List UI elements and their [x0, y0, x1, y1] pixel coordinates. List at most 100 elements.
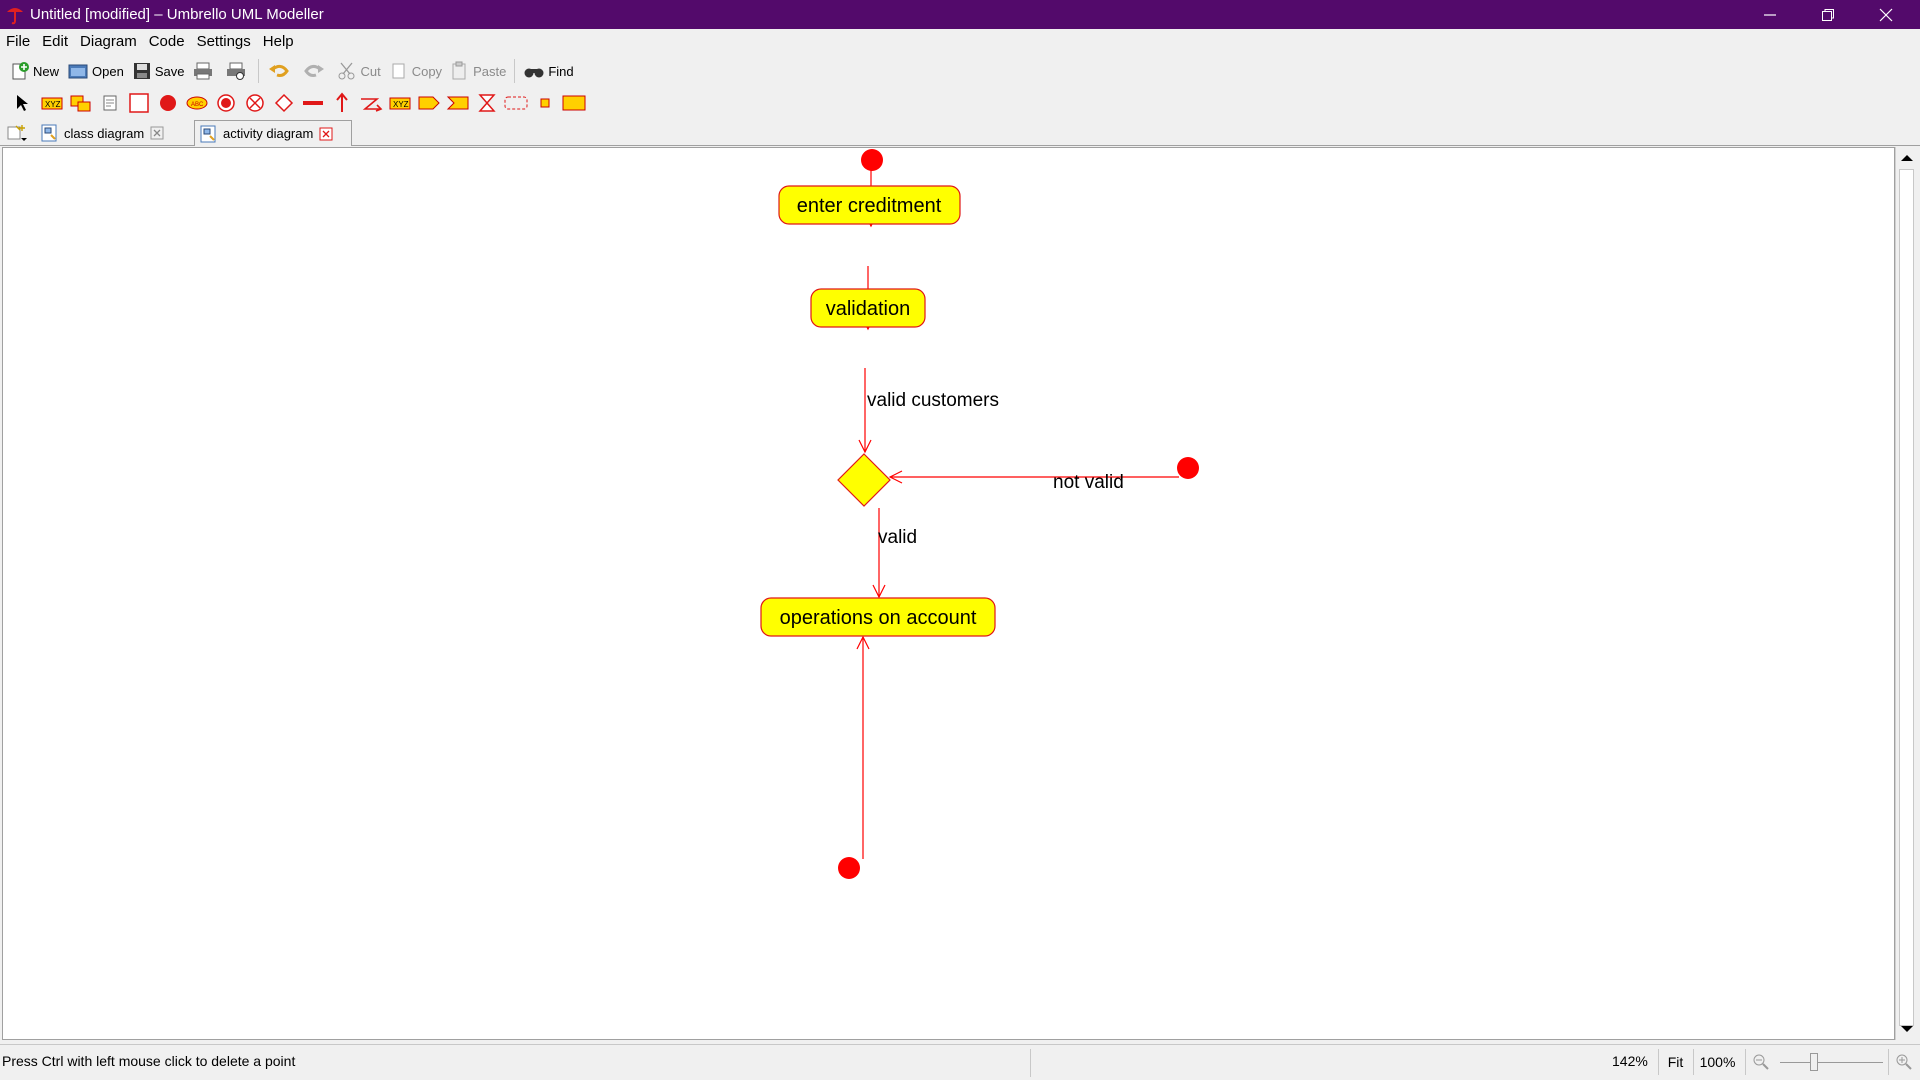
print-preview-icon	[227, 62, 246, 80]
scroll-up-icon[interactable]	[1897, 150, 1917, 166]
scrollbar-thumb[interactable]	[1899, 169, 1914, 1026]
initial-node-not-valid[interactable]	[1177, 457, 1199, 479]
paste-button[interactable]: Paste	[446, 57, 510, 85]
hourglass-icon	[477, 93, 496, 112]
activity-validation[interactable]: validation	[810, 288, 926, 328]
fork-bar-icon	[302, 100, 323, 105]
open-label: Open	[92, 63, 124, 79]
guard-label-valid[interactable]: valid	[878, 527, 917, 548]
zoom-slider-track[interactable]	[1780, 1062, 1883, 1063]
final-activity-tool-button[interactable]	[211, 90, 240, 116]
activity-label: operations on account	[780, 607, 977, 629]
undo-button[interactable]	[263, 57, 298, 85]
pin-tool-button[interactable]	[530, 90, 559, 116]
svg-text:ABC: ABC	[191, 102, 204, 108]
branch-diamond-icon	[274, 93, 293, 112]
redo-button[interactable]	[298, 57, 333, 85]
object-node-icon: XYZ	[389, 97, 410, 109]
select-tool-button[interactable]	[8, 90, 37, 116]
initial-node[interactable]	[861, 149, 883, 171]
restore-icon	[1822, 8, 1834, 21]
tab-class-diagram[interactable]: class diagram	[36, 120, 168, 146]
box-icon	[562, 95, 585, 110]
send-signal-tool-button[interactable]	[414, 90, 443, 116]
new-button[interactable]: New	[6, 57, 63, 85]
status-bar: Press Ctrl with left mouse click to dele…	[0, 1044, 1920, 1080]
fit-button[interactable]: Fit	[1658, 1049, 1692, 1075]
transition-tool-button[interactable]	[327, 90, 356, 116]
print-preview-button[interactable]	[221, 57, 254, 85]
region-tool-button[interactable]	[501, 90, 530, 116]
paste-clipboard-icon	[452, 61, 466, 80]
new-document-icon	[12, 62, 29, 80]
pin-icon	[540, 98, 549, 107]
minimize-button[interactable]	[1741, 0, 1799, 29]
final-flow-tool-button[interactable]	[240, 90, 269, 116]
accept-time-tool-button[interactable]	[472, 90, 501, 116]
initial-node-bottom[interactable]	[838, 857, 860, 879]
umbrello-app-icon	[7, 7, 23, 24]
zoom-out-button[interactable]	[1745, 1049, 1775, 1075]
note-tool-button[interactable]	[66, 90, 95, 116]
menu-edit[interactable]: Edit	[36, 33, 74, 50]
find-button[interactable]: Find	[519, 57, 577, 85]
note-icon	[70, 95, 90, 111]
fork-tool-button[interactable]	[298, 90, 327, 116]
transition-arrow-icon	[335, 91, 348, 112]
menu-settings[interactable]: Settings	[191, 33, 257, 50]
redo-icon	[304, 64, 325, 77]
new-tab-icon	[7, 125, 27, 141]
open-button[interactable]: Open	[63, 57, 128, 85]
guard-label-not-valid[interactable]: not valid	[1053, 472, 1124, 493]
branch-tool-button[interactable]	[269, 90, 298, 116]
final-activity-icon	[216, 93, 235, 112]
diagram-canvas[interactable]: enter creditment validation operations o…	[2, 147, 1895, 1040]
scroll-down-icon[interactable]	[1897, 1021, 1917, 1037]
diagram-doc-icon	[41, 124, 57, 142]
box-tool-button[interactable]	[559, 90, 588, 116]
object-node-tool-button[interactable]: XYZ	[385, 90, 414, 116]
branch-decision[interactable]	[837, 453, 891, 507]
binoculars-icon	[524, 68, 544, 78]
save-button[interactable]: Save	[128, 57, 189, 85]
anchor-tool-button[interactable]	[95, 90, 124, 116]
accept-signal-tool-button[interactable]	[443, 90, 472, 116]
activity-tool-button[interactable]	[124, 90, 153, 116]
activity-diagram-svg[interactable]: enter creditment validation operations o…	[3, 148, 1896, 1041]
anchor-note-icon	[103, 95, 116, 110]
close-button[interactable]	[1857, 0, 1915, 29]
zoom-in-button[interactable]	[1888, 1049, 1918, 1075]
close-tab-icon[interactable]	[319, 127, 333, 141]
status-divider	[1030, 1049, 1031, 1077]
menu-code[interactable]: Code	[143, 33, 191, 50]
print-button[interactable]	[188, 57, 221, 85]
close-icon	[1879, 8, 1893, 21]
initial-tool-button[interactable]	[153, 90, 182, 116]
activity-text-tool-button[interactable]: ABC	[182, 90, 211, 116]
status-message: Press Ctrl with left mouse click to dele…	[2, 1053, 296, 1069]
tab-label: activity diagram	[223, 126, 314, 141]
tab-activity-diagram[interactable]: activity diagram	[194, 120, 352, 146]
zoom-100-button[interactable]: 100%	[1693, 1049, 1741, 1075]
menu-diagram[interactable]: Diagram	[74, 33, 143, 50]
activity-box-icon	[128, 92, 149, 113]
object-tool-button[interactable]: XYZ	[37, 90, 66, 116]
activity-operations-on-account[interactable]: operations on account	[760, 597, 996, 637]
activity-enter-creditment[interactable]: enter creditment	[778, 185, 961, 225]
select-arrow-icon	[16, 94, 28, 111]
restore-button[interactable]	[1799, 0, 1857, 29]
undo-icon	[269, 64, 290, 77]
copy-button[interactable]: Copy	[385, 57, 446, 85]
close-tab-icon[interactable]	[150, 126, 164, 140]
menu-help[interactable]: Help	[257, 33, 300, 50]
new-tab-button[interactable]	[2, 120, 32, 146]
exception-tool-button[interactable]	[356, 90, 385, 116]
zoom-slider-handle[interactable]	[1810, 1053, 1818, 1071]
cut-label: Cut	[360, 63, 381, 79]
menu-file[interactable]: File	[0, 33, 36, 50]
window-title: Untitled [modified] – Umbrello UML Model…	[30, 6, 324, 23]
vertical-scrollbar[interactable]	[1895, 147, 1917, 1040]
activity-label: enter creditment	[797, 195, 942, 217]
cut-button[interactable]: Cut	[333, 57, 384, 85]
guard-label-valid-customers[interactable]: valid customers	[867, 390, 999, 411]
